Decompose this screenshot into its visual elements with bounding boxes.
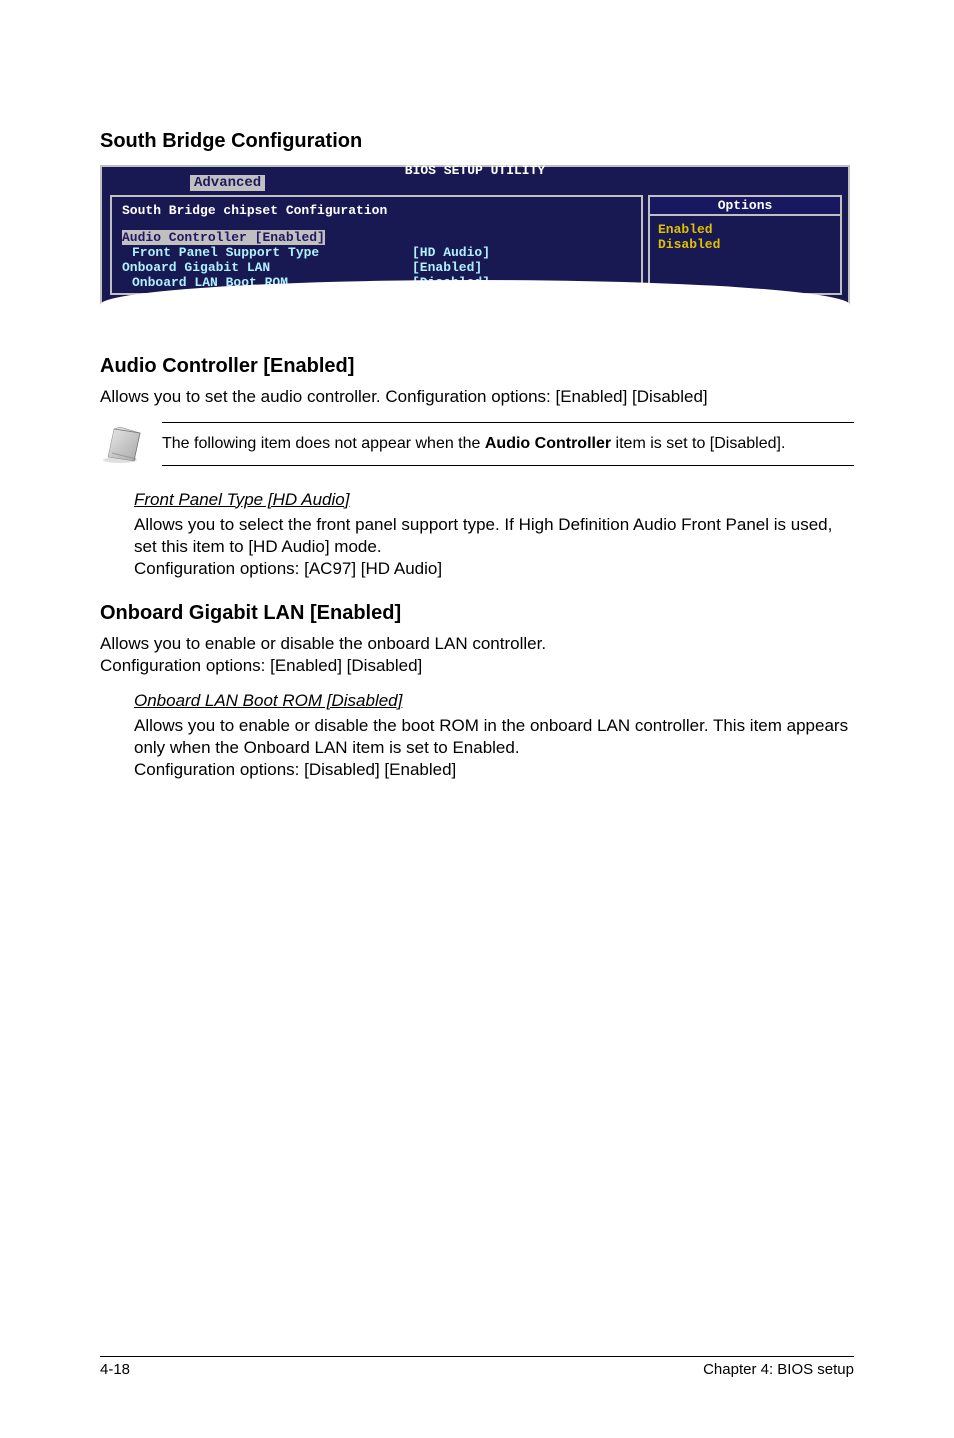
bios-label: Front Panel Support Type bbox=[132, 245, 412, 260]
note-bold: Audio Controller bbox=[485, 435, 611, 452]
page-footer: 4-18 Chapter 4: BIOS setup bbox=[100, 1356, 854, 1378]
note-icon bbox=[100, 423, 146, 465]
bios-right-panel: Options Enabled Disabled bbox=[648, 195, 842, 295]
bios-screenshot: BIOS SETUP UTILITY Advanced South Bridge… bbox=[100, 165, 850, 305]
lan-boot-title: Onboard LAN Boot ROM [Disabled] bbox=[134, 691, 854, 711]
bios-tab-advanced: Advanced bbox=[190, 175, 265, 191]
gigabit-l1: Allows you to enable or disable the onbo… bbox=[100, 633, 854, 655]
gigabit-l2: Configuration options: [Enabled] [Disabl… bbox=[100, 655, 854, 677]
bios-row-gigabit-lan: Onboard Gigabit LAN [Enabled] bbox=[122, 260, 631, 275]
bios-value: [Enabled] bbox=[255, 230, 325, 245]
note-text: The following item does not appear when … bbox=[162, 422, 854, 466]
front-panel-block: Front Panel Type [HD Audio] Allows you t… bbox=[134, 490, 854, 580]
section-title: South Bridge Configuration bbox=[100, 130, 854, 153]
option-enabled: Enabled bbox=[658, 222, 832, 237]
bios-row-front-panel: Front Panel Support Type [HD Audio] bbox=[122, 245, 631, 260]
bios-value: [Enabled] bbox=[412, 260, 482, 275]
lan-boot-l2: Configuration options: [Disabled] [Enabl… bbox=[134, 759, 854, 781]
bios-panel-header: South Bridge chipset Configuration bbox=[122, 203, 631, 218]
gigabit-heading: Onboard Gigabit LAN [Enabled] bbox=[100, 602, 854, 625]
audio-controller-body: Allows you to set the audio controller. … bbox=[100, 386, 854, 408]
option-disabled: Disabled bbox=[658, 237, 832, 252]
front-panel-title: Front Panel Type [HD Audio] bbox=[134, 490, 854, 510]
bios-label: Audio Controller bbox=[122, 230, 247, 245]
options-body: Enabled Disabled bbox=[650, 216, 840, 258]
front-panel-l2: Configuration options: [AC97] [HD Audio] bbox=[134, 558, 854, 580]
lan-boot-l1: Allows you to enable or disable the boot… bbox=[134, 715, 854, 759]
note-box: The following item does not appear when … bbox=[100, 422, 854, 466]
footer-left: 4-18 bbox=[100, 1361, 130, 1378]
front-panel-l1: Allows you to select the front panel sup… bbox=[134, 514, 854, 558]
note-pre: The following item does not appear when … bbox=[162, 435, 485, 452]
lan-boot-block: Onboard LAN Boot ROM [Disabled] Allows y… bbox=[134, 691, 854, 781]
note-post: item is set to [Disabled]. bbox=[611, 435, 785, 452]
bios-row-audio-controller: Audio Controller [Enabled] bbox=[122, 230, 325, 245]
audio-controller-heading: Audio Controller [Enabled] bbox=[100, 355, 854, 378]
options-header: Options bbox=[650, 197, 840, 216]
bios-label: Onboard Gigabit LAN bbox=[122, 260, 412, 275]
footer-right: Chapter 4: BIOS setup bbox=[703, 1361, 854, 1378]
bios-value: [HD Audio] bbox=[412, 245, 490, 260]
